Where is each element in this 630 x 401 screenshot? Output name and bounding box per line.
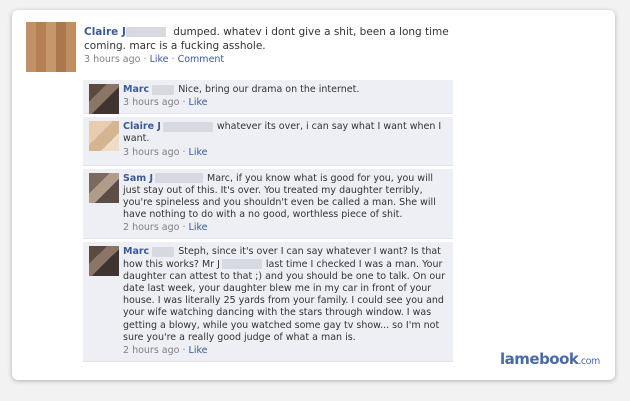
commenter-name[interactable]: Marc [123, 84, 149, 95]
comment-meta: 3 hours ago · Like [123, 97, 208, 109]
commenter-name[interactable]: Marc [123, 246, 149, 257]
comment-list: Marc Nice, bring our drama on the interne… [83, 80, 453, 365]
comment-item: Marc Steph, since it's over I can say wha… [83, 242, 453, 363]
comment-link[interactable]: Comment [178, 54, 225, 65]
comment-meta: 2 hours ago · Like [123, 222, 208, 234]
lamebook-watermark: lamebook.com [500, 350, 600, 368]
like-link[interactable]: Like [189, 97, 208, 108]
comment-text: Nice, bring our drama on the internet. [178, 84, 360, 95]
author-avatar[interactable] [26, 22, 76, 72]
commenter-avatar[interactable] [89, 172, 119, 203]
commenter-avatar[interactable] [89, 246, 119, 277]
comment-item: Marc Nice, bring our drama on the interne… [83, 80, 453, 115]
status-post: Claire J dumped. whatev i dont give a sh… [84, 25, 469, 67]
commenter-name[interactable]: Sam J [123, 173, 153, 184]
redacted-surname [155, 173, 203, 184]
redacted-surname [221, 259, 262, 270]
like-link[interactable]: Like [189, 222, 208, 233]
redacted-surname [152, 84, 175, 95]
post-meta: 3 hours ago · Like · Comment [84, 54, 225, 65]
comment-item: Sam J Marc, if you know what is good for … [83, 168, 453, 240]
post-author-name[interactable]: Claire J [84, 26, 126, 38]
like-link[interactable]: Like [150, 54, 169, 65]
comment-meta: 3 hours ago · Like [123, 146, 208, 158]
comment-item: Claire Jwhatever its over, i can say wha… [83, 117, 453, 166]
redacted-surname [162, 121, 213, 132]
commenter-avatar[interactable] [89, 84, 119, 114]
comment-text: last time I checked I was a man. Your da… [123, 258, 446, 343]
commenter-name[interactable]: Claire J [123, 121, 161, 132]
redacted-surname [125, 27, 166, 37]
redacted-surname [152, 246, 175, 257]
comment-meta: 2 hours ago · Like [123, 345, 208, 357]
like-link[interactable]: Like [189, 345, 208, 356]
like-link[interactable]: Like [189, 147, 208, 158]
commenter-avatar[interactable] [89, 121, 119, 152]
post-time: 3 hours ago [84, 54, 141, 65]
